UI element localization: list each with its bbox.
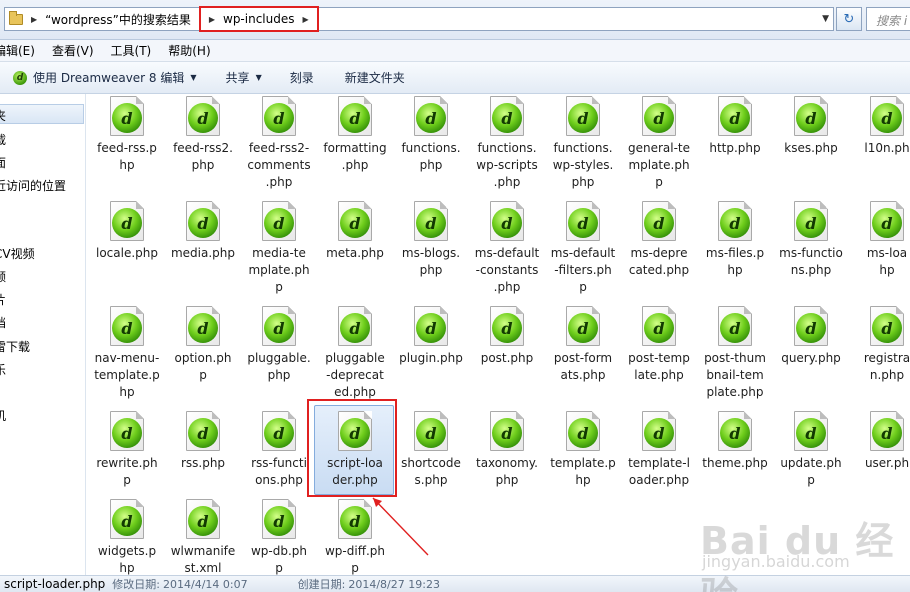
open-with-dreamweaver-button[interactable]: d 使用 Dreamweaver 8 编辑 ▼ <box>13 69 197 86</box>
breadcrumb-arrow-icon[interactable]: ▶ <box>209 15 215 24</box>
file-item[interactable]: d widgets.p hp <box>87 499 167 575</box>
folder-icon <box>9 10 23 25</box>
watermark-url: jingyan.baidu.com <box>702 552 850 571</box>
dreamweaver-file-icon: d <box>794 411 828 451</box>
share-label: 共享 <box>225 71 250 85</box>
file-item[interactable]: d wlwmanife st.xml <box>163 499 243 575</box>
breadcrumb-arrow-icon[interactable]: ▶ <box>303 15 309 24</box>
breadcrumb-arrow-icon[interactable]: ▶ <box>31 15 37 24</box>
dropdown-arrow-icon: ▼ <box>190 73 197 82</box>
file-name-label: template.p hp <box>550 456 616 487</box>
address-bar-row: ▶ “wordpress”中的搜索结果 ▶ wp-includes ▶ ▼ ↻ … <box>0 0 910 40</box>
menu-help[interactable]: 帮助(H) <box>168 42 210 59</box>
search-input[interactable]: 搜索 i <box>866 7 910 31</box>
dreamweaver-file-icon: d <box>110 499 144 539</box>
dreamweaver-file-icon: d <box>262 499 296 539</box>
file-list-view[interactable]: d feed-rss.p hp d feed-rss2. php d feed-rss2- co… <box>87 94 910 575</box>
refresh-button[interactable]: ↻ <box>836 7 862 31</box>
status-modified-value: 2014/4/14 0:07 <box>163 577 248 591</box>
menu-view[interactable]: 查看(V) <box>52 42 94 59</box>
navigation-pane: 夹 载 面 近访问的位置 CV视频 频 片 档 雷下载 乐 机 <box>0 94 86 575</box>
refresh-icon: ↻ <box>843 11 855 27</box>
file-item[interactable]: d theme.php <box>695 411 775 472</box>
status-file-name: script-loader.php <box>4 577 106 591</box>
command-toolbar: d 使用 Dreamweaver 8 编辑 ▼ 共享 ▼ 刻录 新建文件夹 <box>0 62 910 94</box>
file-item[interactable]: d shortcode s.php <box>391 411 471 489</box>
dreamweaver-file-icon: d <box>642 411 676 451</box>
address-dropdown-icon[interactable]: ▼ <box>822 14 829 24</box>
file-name-label: wlwmanife st.xml <box>170 544 236 575</box>
dreamweaver-icon: d <box>13 70 27 85</box>
file-name-label: theme.php <box>702 456 768 470</box>
sidebar-item[interactable]: 载 <box>0 131 6 148</box>
menu-edit[interactable]: 编辑(E) <box>0 42 35 59</box>
menu-bar: 编辑(E) 查看(V) 工具(T) 帮助(H) <box>0 40 910 62</box>
breadcrumb-search-results[interactable]: “wordpress”中的搜索结果 <box>45 11 191 28</box>
file-item[interactable]: d user.ph <box>847 411 910 472</box>
sidebar-item[interactable]: 档 <box>0 314 6 331</box>
file-name-label: wp-db.ph p <box>250 544 308 575</box>
sidebar-item[interactable]: 乐 <box>0 361 6 378</box>
new-folder-button[interactable]: 新建文件夹 <box>345 69 405 86</box>
dreamweaver-file-icon: d <box>870 411 904 451</box>
address-bar[interactable]: ▶ “wordpress”中的搜索结果 ▶ wp-includes ▶ ▼ <box>4 6 834 32</box>
file-item[interactable]: d taxonomy. php <box>467 411 547 489</box>
dropdown-arrow-icon: ▼ <box>255 73 262 82</box>
dreamweaver-file-icon: d <box>490 411 524 451</box>
status-created-label: 创建日期: <box>297 578 346 591</box>
file-name-label: shortcode s.php <box>401 456 461 487</box>
share-button[interactable]: 共享 ▼ <box>226 69 262 86</box>
sidebar-item[interactable]: 面 <box>0 154 6 171</box>
sidebar-item[interactable]: 片 <box>0 291 6 308</box>
file-name-label: wp-diff.ph p <box>324 544 386 575</box>
file-item[interactable]: d wp-diff.ph p <box>315 499 395 575</box>
file-name-label: update.ph p <box>780 456 842 487</box>
file-item[interactable]: d template-l oader.php <box>619 411 699 489</box>
file-name-label: widgets.p hp <box>97 544 157 575</box>
open-with-label: 使用 Dreamweaver 8 编辑 <box>33 71 185 85</box>
dreamweaver-file-icon: d <box>718 411 752 451</box>
baidu-watermark: Bai du 经验 jingyan.baidu.com <box>700 510 900 592</box>
watermark-logo: Bai du 经验 <box>700 519 895 592</box>
status-modified-label: 修改日期: <box>112 578 161 591</box>
dreamweaver-file-icon: d <box>186 499 220 539</box>
breadcrumb-wp-includes[interactable]: wp-includes <box>223 12 295 26</box>
sidebar-item[interactable]: 机 <box>0 407 6 424</box>
file-item[interactable]: d template.p hp <box>543 411 623 489</box>
breadcrumb-current-highlight[interactable]: ▶ wp-includes ▶ <box>198 6 319 32</box>
file-item[interactable]: d wp-db.ph p <box>239 499 319 575</box>
sidebar-item[interactable]: 雷下载 <box>0 338 30 355</box>
sidebar-item[interactable]: CV视频 <box>0 245 35 262</box>
dreamweaver-file-icon: d <box>414 411 448 451</box>
file-name-label: user.ph <box>864 456 910 470</box>
sidebar-item[interactable]: 夹 <box>0 107 6 124</box>
sidebar-selection <box>0 104 84 124</box>
file-name-label: taxonomy. php <box>476 456 538 487</box>
burn-button[interactable]: 刻录 <box>290 69 314 86</box>
file-item[interactable]: d update.ph p <box>771 411 851 489</box>
sidebar-item[interactable]: 近访问的位置 <box>0 177 66 194</box>
sidebar-item[interactable]: 频 <box>0 268 6 285</box>
menu-tools[interactable]: 工具(T) <box>111 42 152 59</box>
file-name-label: template-l oader.php <box>628 456 690 487</box>
status-created-value: 2014/8/27 19:23 <box>348 577 440 591</box>
dreamweaver-file-icon: d <box>338 499 372 539</box>
dreamweaver-file-icon: d <box>566 411 600 451</box>
